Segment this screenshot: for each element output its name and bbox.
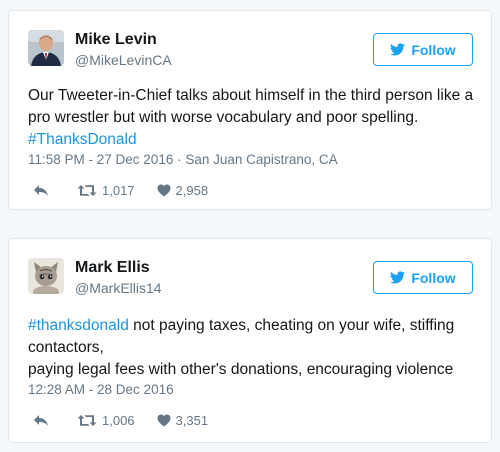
twitter-bird-icon — [390, 271, 406, 284]
tweet-timestamp[interactable]: 11:58 PM - 27 Dec 2016 · San Juan Capist… — [28, 152, 338, 167]
tweet-timestamp[interactable]: 12:28 AM - 28 Dec 2016 — [28, 382, 174, 397]
avatar[interactable] — [28, 30, 64, 66]
tweet-feed: Mike Levin @MikeLevinCA Follow Our Tweet… — [0, 0, 500, 452]
tweet-card: Mike Levin @MikeLevinCA Follow Our Tweet… — [8, 10, 492, 210]
reply-icon — [34, 415, 48, 426]
heart-icon — [157, 184, 171, 197]
reply-icon — [34, 185, 48, 196]
user-handle[interactable]: @MikeLevinCA — [75, 52, 172, 68]
like-count: 3,351 — [175, 413, 209, 428]
hashtag-link[interactable]: #thanksdonald — [28, 317, 129, 334]
tweet-actions: 1,017 2,958 — [33, 183, 208, 198]
retweet-count: 1,006 — [102, 413, 135, 428]
tweet-actions: 1,006 3,351 — [33, 413, 208, 428]
tweet-text: #thanksdonald not paying taxes, cheating… — [28, 315, 477, 381]
tweet-text: Our Tweeter-in-Chief talks about himself… — [28, 85, 477, 151]
hashtag-link[interactable]: #ThanksDonald — [28, 131, 137, 148]
display-name[interactable]: Mark Ellis — [75, 259, 150, 277]
reply-button[interactable] — [33, 184, 49, 197]
tweet-text-body: Our Tweeter-in-Chief talks about himself… — [28, 87, 474, 126]
retweet-button[interactable]: 1,017 — [77, 183, 135, 198]
like-button[interactable]: 3,351 — [157, 413, 209, 428]
twitter-bird-icon — [390, 43, 406, 56]
retweet-icon — [77, 185, 97, 196]
follow-button[interactable]: Follow — [373, 261, 473, 294]
follow-label: Follow — [411, 41, 456, 58]
display-name[interactable]: Mike Levin — [75, 31, 157, 49]
tweet-text-line2: paying legal fees with other's donations… — [28, 361, 454, 378]
tweet-card: Mark Ellis @MarkEllis14 Follow #thanksdo… — [8, 238, 492, 443]
heart-icon — [157, 414, 171, 427]
like-button[interactable]: 2,958 — [157, 183, 209, 198]
follow-button[interactable]: Follow — [373, 33, 473, 66]
reply-button[interactable] — [33, 414, 49, 427]
user-handle[interactable]: @MarkEllis14 — [75, 280, 162, 296]
avatar[interactable] — [28, 258, 64, 294]
retweet-icon — [77, 415, 97, 426]
like-count: 2,958 — [175, 183, 209, 198]
retweet-button[interactable]: 1,006 — [77, 413, 135, 428]
retweet-count: 1,017 — [102, 183, 135, 198]
follow-label: Follow — [411, 269, 456, 286]
